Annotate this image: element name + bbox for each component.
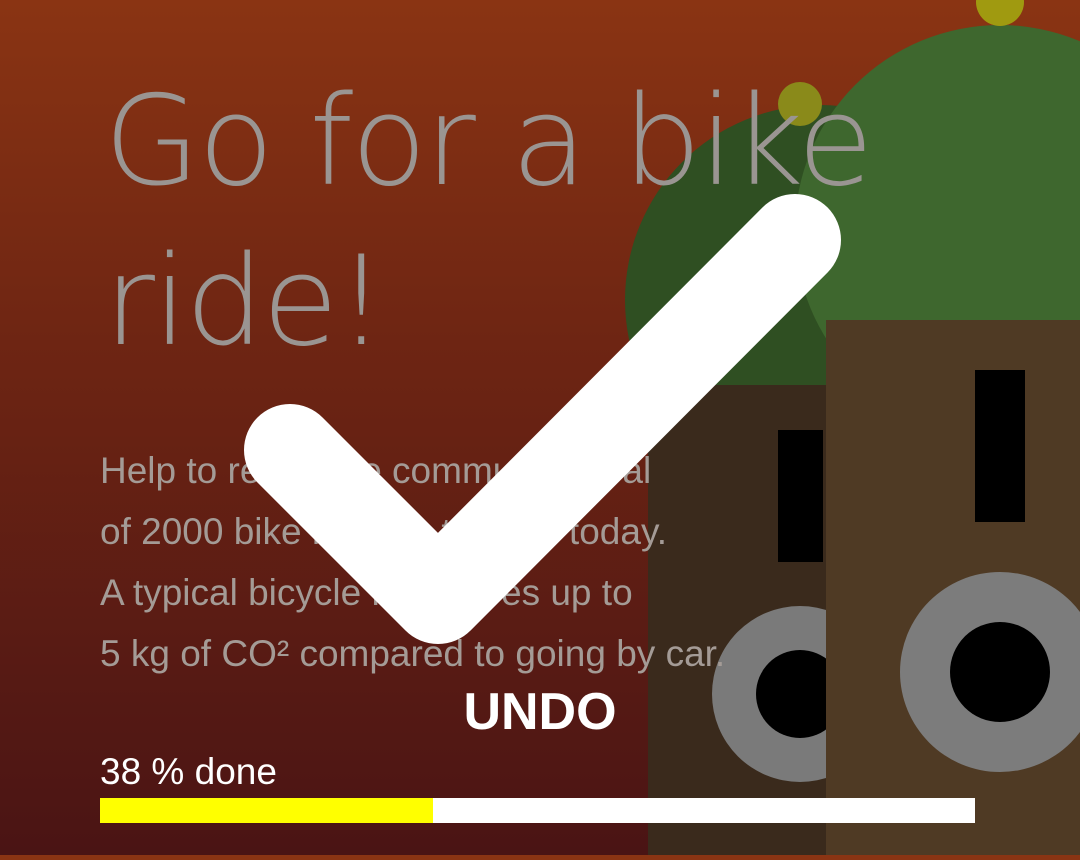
challenge-description: Help to reach the community goal of 2000… <box>100 440 820 684</box>
progress-label: 38 % done <box>100 751 277 792</box>
undo-button[interactable]: UNDO <box>430 680 650 744</box>
progress-bar <box>100 798 975 823</box>
challenge-title: Go for a bike ride! <box>104 70 874 374</box>
progress-fill <box>100 798 433 823</box>
description-line: 5 kg of CO² compared to going by car. <box>100 633 726 674</box>
description-line: of 2000 bike rides in the city today. <box>100 511 667 552</box>
description-line: A typical bicycle ride saves up to <box>100 572 633 613</box>
description-line: Help to reach the community goal <box>100 450 652 491</box>
